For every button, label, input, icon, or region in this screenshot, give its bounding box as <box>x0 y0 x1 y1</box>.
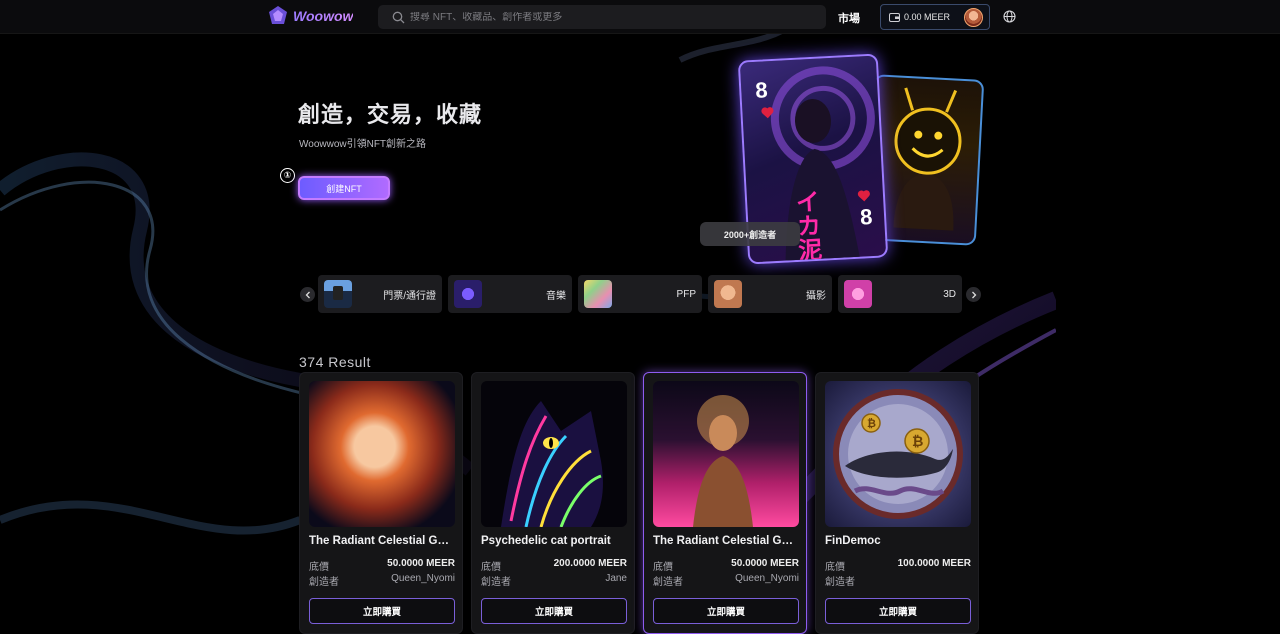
category-list: 門票/通行證 音樂 PFP 攝影 3D <box>318 275 962 313</box>
creator-row: 創造者 Jane <box>481 573 627 588</box>
price-label: 底價 <box>825 562 845 573</box>
nft-card[interactable]: ₿ ₿ FinDemoc 底價 100.0000 MEER 創造者 立即購買 <box>815 372 979 634</box>
nft-image <box>653 381 799 527</box>
nft-name: Psychedelic cat portrait <box>481 535 611 547</box>
buy-now-button[interactable]: 立即購買 <box>481 598 627 624</box>
logo-icon <box>269 6 287 24</box>
creator-label: 創造者 <box>309 577 339 588</box>
nft-card[interactable]: Psychedelic cat portrait 底價 200.0000 MEE… <box>471 372 635 634</box>
avatar[interactable] <box>964 8 983 27</box>
price-label: 底價 <box>653 562 673 573</box>
nft-name: FinDemoc <box>825 535 881 547</box>
nft-price: 50.0000 MEER <box>387 558 455 569</box>
step-marker: ① <box>280 168 295 183</box>
creator-label: 創造者 <box>825 577 855 588</box>
creator-label: 創造者 <box>481 577 511 588</box>
price-row: 底價 100.0000 MEER <box>825 558 971 573</box>
price-label: 底價 <box>481 562 501 573</box>
nft-creator[interactable]: Queen_Nyomi <box>735 573 799 588</box>
category-pfp[interactable]: PFP <box>578 275 702 313</box>
search-bar[interactable] <box>378 5 826 29</box>
chevron-left-icon <box>305 291 310 298</box>
nav-market-link[interactable]: 市場 <box>838 10 860 26</box>
nft-image <box>309 381 455 527</box>
category-3d[interactable]: 3D <box>838 275 962 313</box>
nft-image: ₿ ₿ <box>825 381 971 527</box>
wallet-button[interactable]: 0.00 MEER <box>880 4 990 30</box>
hero-subtitle: Woowwow引領NFT創新之路 <box>299 139 427 150</box>
category-music[interactable]: 音樂 <box>448 275 572 313</box>
category-label: 門票/通行證 <box>383 290 436 302</box>
svg-text:₿: ₿ <box>912 434 923 450</box>
creators-badge: 2000+創造者 <box>700 222 800 246</box>
nft-grid: The Radiant Celestial Goddess 底價 50.0000… <box>299 372 979 634</box>
nft-name: The Radiant Celestial Goddess <box>309 535 455 547</box>
3d-thumb-icon <box>844 280 872 308</box>
logo-text: Woowow <box>293 8 354 24</box>
price-row: 底價 50.0000 MEER <box>309 558 455 573</box>
nft-card[interactable]: The Radiant Celestial Goddess 底價 50.0000… <box>643 372 807 634</box>
price-label: 底價 <box>309 562 329 573</box>
nft-card[interactable]: The Radiant Celestial Goddess 底價 50.0000… <box>299 372 463 634</box>
music-thumb-icon <box>454 280 482 308</box>
nft-price: 100.0000 MEER <box>897 558 971 569</box>
buy-now-button[interactable]: 立即購買 <box>309 598 455 624</box>
result-count: 374 Result <box>299 354 371 370</box>
globe-icon[interactable] <box>1003 10 1016 23</box>
nft-price: 200.0000 MEER <box>553 558 627 569</box>
search-input[interactable] <box>410 11 810 23</box>
pixel-avatar-thumb-icon <box>324 280 352 308</box>
nft-creator[interactable]: Jane <box>605 573 627 588</box>
creator-row: 創造者 Queen_Nyomi <box>653 573 799 588</box>
category-label: 音樂 <box>546 290 566 302</box>
pfp-thumb-icon <box>584 280 612 308</box>
price-row: 底價 50.0000 MEER <box>653 558 799 573</box>
creator-row: 創造者 <box>825 573 971 588</box>
categories-next-button[interactable] <box>966 287 981 302</box>
nft-name: The Radiant Celestial Goddess <box>653 535 799 547</box>
category-photography[interactable]: 攝影 <box>708 275 832 313</box>
psychedelic-cat-image <box>501 401 603 527</box>
nft-image <box>481 381 627 527</box>
wallet-balance: 0.00 MEER <box>904 12 951 22</box>
nft-creator[interactable]: Queen_Nyomi <box>391 573 455 588</box>
goddess-image <box>693 395 753 527</box>
buy-now-button[interactable]: 立即購買 <box>825 598 971 624</box>
creator-row: 創造者 Queen_Nyomi <box>309 573 455 588</box>
chevron-right-icon <box>971 291 976 298</box>
wallet-icon <box>889 12 900 22</box>
create-nft-button[interactable]: 創建NFT <box>298 176 390 200</box>
category-label: 3D <box>943 288 956 300</box>
logo[interactable]: Woowow <box>267 5 353 27</box>
top-navbar: Woowow 市場 0.00 MEER <box>0 0 1280 34</box>
category-tickets[interactable]: 門票/通行證 <box>318 275 442 313</box>
category-label: 攝影 <box>806 290 826 302</box>
whale-bitcoin-image: ₿ ₿ <box>833 389 963 519</box>
svg-text:8: 8 <box>859 204 873 230</box>
photo-thumb-icon <box>714 280 742 308</box>
svg-text:₿: ₿ <box>867 417 876 430</box>
categories-prev-button[interactable] <box>300 287 315 302</box>
search-icon <box>392 11 405 23</box>
creator-label: 創造者 <box>653 577 683 588</box>
category-label: PFP <box>676 288 696 300</box>
buy-now-button[interactable]: 立即購買 <box>653 598 799 624</box>
nft-price: 50.0000 MEER <box>731 558 799 569</box>
hero-title: 創造，交易，收藏 <box>298 102 483 127</box>
price-row: 底價 200.0000 MEER <box>481 558 627 573</box>
svg-text:8: 8 <box>755 77 769 103</box>
